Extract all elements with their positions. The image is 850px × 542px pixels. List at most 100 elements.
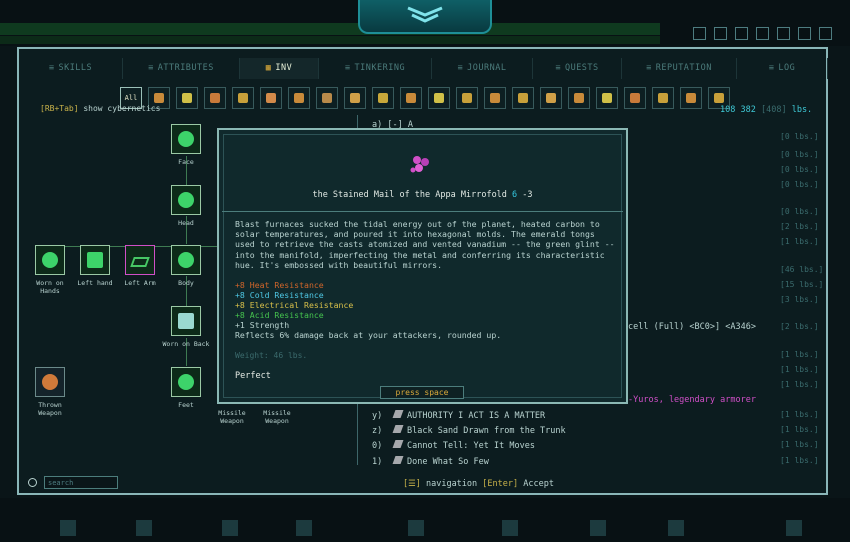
ability-slot[interactable] bbox=[668, 520, 684, 536]
list-item[interactable]: y) AUTHORITY I ACT IS A MATTER bbox=[372, 410, 545, 421]
slot-body-label: Body bbox=[178, 279, 194, 287]
item-description: Blast furnaces sucked the tidal energy o… bbox=[235, 219, 615, 270]
ability-slot[interactable] bbox=[60, 520, 76, 536]
filter-artifact-button[interactable] bbox=[372, 87, 394, 109]
search-input[interactable]: search bbox=[44, 476, 118, 489]
slot-hands[interactable] bbox=[35, 245, 65, 275]
implant-icon bbox=[630, 93, 640, 103]
filter-food-button[interactable] bbox=[400, 87, 422, 109]
list-weight: [0 lbs.] bbox=[780, 132, 819, 141]
slot-feet-label: Feet bbox=[178, 401, 194, 409]
filter-grenade-button[interactable] bbox=[652, 87, 674, 109]
ability-slot[interactable] bbox=[786, 520, 802, 536]
item-icon bbox=[392, 425, 404, 433]
slot-back[interactable] bbox=[171, 306, 201, 336]
slot-thrown[interactable] bbox=[35, 367, 65, 397]
list-weight: [1 lbs.] bbox=[780, 410, 819, 419]
list-weight: [15 lbs.] bbox=[780, 280, 824, 289]
list-item-partial[interactable]: cell (Full) <BC0>] <A346> bbox=[628, 322, 756, 332]
slot-face[interactable] bbox=[171, 124, 201, 154]
press-space-button[interactable]: press space bbox=[380, 386, 464, 399]
list-item[interactable]: z) Black Sand Drawn from the Trunk bbox=[372, 425, 566, 436]
collapse-menu-button[interactable] bbox=[358, 0, 492, 34]
log-icon: ≡ bbox=[768, 63, 775, 73]
slot-body[interactable] bbox=[171, 245, 201, 275]
filter-ammo-button[interactable] bbox=[288, 87, 310, 109]
filter-thrown-button[interactable] bbox=[316, 87, 338, 109]
map-icon[interactable] bbox=[756, 27, 769, 40]
xp-bar bbox=[0, 36, 660, 44]
slot-head[interactable] bbox=[171, 185, 201, 215]
tab-attributes[interactable]: ≡ ATTRIBUTES bbox=[123, 58, 240, 79]
journal-icon: ≡ bbox=[457, 63, 464, 73]
filter-book-button[interactable] bbox=[512, 87, 534, 109]
cell-icon bbox=[602, 93, 612, 103]
slot-feet[interactable] bbox=[171, 367, 201, 397]
ability-slot[interactable] bbox=[136, 520, 152, 536]
tab-reputation[interactable]: ≡ REPUTATION bbox=[622, 58, 737, 79]
ability-slot[interactable] bbox=[296, 520, 312, 536]
tab-quests[interactable]: ≡ QUESTS bbox=[533, 58, 622, 79]
filter-water-button[interactable] bbox=[680, 87, 702, 109]
tinkering-icon: ≡ bbox=[344, 63, 351, 73]
filter-armor-button[interactable] bbox=[204, 87, 226, 109]
tab-journal[interactable]: ≡ JOURNAL bbox=[432, 58, 533, 79]
stat-line: +8 Acid Resistance bbox=[235, 310, 324, 320]
save-icon[interactable] bbox=[714, 27, 727, 40]
image-icon[interactable] bbox=[735, 27, 748, 40]
filter-tool-button[interactable] bbox=[344, 87, 366, 109]
tab-log[interactable]: ≡ LOG bbox=[737, 58, 828, 79]
filter-corpse-button[interactable] bbox=[568, 87, 590, 109]
ability-slot[interactable] bbox=[408, 520, 424, 536]
attributes-icon: ≡ bbox=[148, 63, 154, 73]
grenade-icon bbox=[658, 93, 668, 103]
ability-hotbar bbox=[0, 498, 850, 542]
filter-natural-button[interactable] bbox=[540, 87, 562, 109]
filter-misc-button[interactable] bbox=[260, 87, 282, 109]
ability-slot[interactable] bbox=[590, 520, 606, 536]
reputation-icon: ≡ bbox=[646, 63, 652, 73]
list-weight: [1 lbs.] bbox=[780, 237, 819, 246]
list-item[interactable]: 0) Cannot Tell: Yet It Moves bbox=[372, 440, 535, 451]
slot-hands-label: Worn on Hands bbox=[36, 279, 64, 295]
list-weight: [0 lbs.] bbox=[780, 207, 819, 216]
list-weight: [1 lbs.] bbox=[780, 425, 819, 434]
list-weight: [1 lbs.] bbox=[780, 380, 819, 389]
list-item-partial[interactable]: -Yuros, legendary armorer bbox=[628, 395, 756, 405]
slot-head-label: Head bbox=[178, 219, 194, 227]
slot-left-hand[interactable] bbox=[80, 245, 110, 275]
category-filter-bar: All bbox=[112, 87, 730, 111]
hourglass-icon[interactable] bbox=[798, 27, 811, 40]
stat-line: +8 Cold Resistance bbox=[235, 290, 324, 300]
slot-missile-label: Missile Weapon bbox=[218, 409, 246, 425]
search-icon[interactable] bbox=[777, 27, 790, 40]
filter-light-button[interactable] bbox=[456, 87, 478, 109]
filter-shield-button[interactable] bbox=[232, 87, 254, 109]
item-mail-icon bbox=[410, 156, 429, 173]
ability-slot[interactable] bbox=[222, 520, 238, 536]
cybernetics-hint[interactable]: [RB+Tab] show cybernetics bbox=[40, 104, 160, 113]
filter-ranged-button[interactable] bbox=[176, 87, 198, 109]
filter-trade-button[interactable] bbox=[484, 87, 506, 109]
menu-icon[interactable] bbox=[819, 27, 832, 40]
item-icon bbox=[392, 440, 404, 448]
slot-left-arm[interactable] bbox=[125, 245, 155, 275]
ability-slot[interactable] bbox=[502, 520, 518, 536]
tab-bar: ≡ SKILLS ≡ ATTRIBUTES ▦ INV ≡ TINKERING ≡ JOU… bbox=[19, 58, 828, 79]
tab-inv[interactable]: ▦ INV bbox=[240, 58, 319, 79]
list-weight: [2 lbs.] bbox=[780, 322, 819, 331]
tab-skills[interactable]: ≡ SKILLS bbox=[19, 58, 123, 79]
water-icon bbox=[686, 93, 696, 103]
filter-tonic-button[interactable] bbox=[428, 87, 450, 109]
tonic-icon bbox=[434, 93, 444, 103]
list-weight: [2 lbs.] bbox=[780, 222, 819, 231]
stat-line: Reflects 6% damage back at your attacker… bbox=[235, 330, 502, 340]
list-weight: [1 lbs.] bbox=[780, 456, 819, 465]
filter-cell-button[interactable] bbox=[596, 87, 618, 109]
thrown-icon bbox=[322, 93, 332, 103]
tab-tinkering[interactable]: ≡ TINKERING bbox=[319, 58, 432, 79]
filter-implant-button[interactable] bbox=[624, 87, 646, 109]
link-icon[interactable] bbox=[693, 27, 706, 40]
ammo-icon bbox=[294, 93, 304, 103]
list-item[interactable]: 1) Done What So Few bbox=[372, 456, 489, 467]
